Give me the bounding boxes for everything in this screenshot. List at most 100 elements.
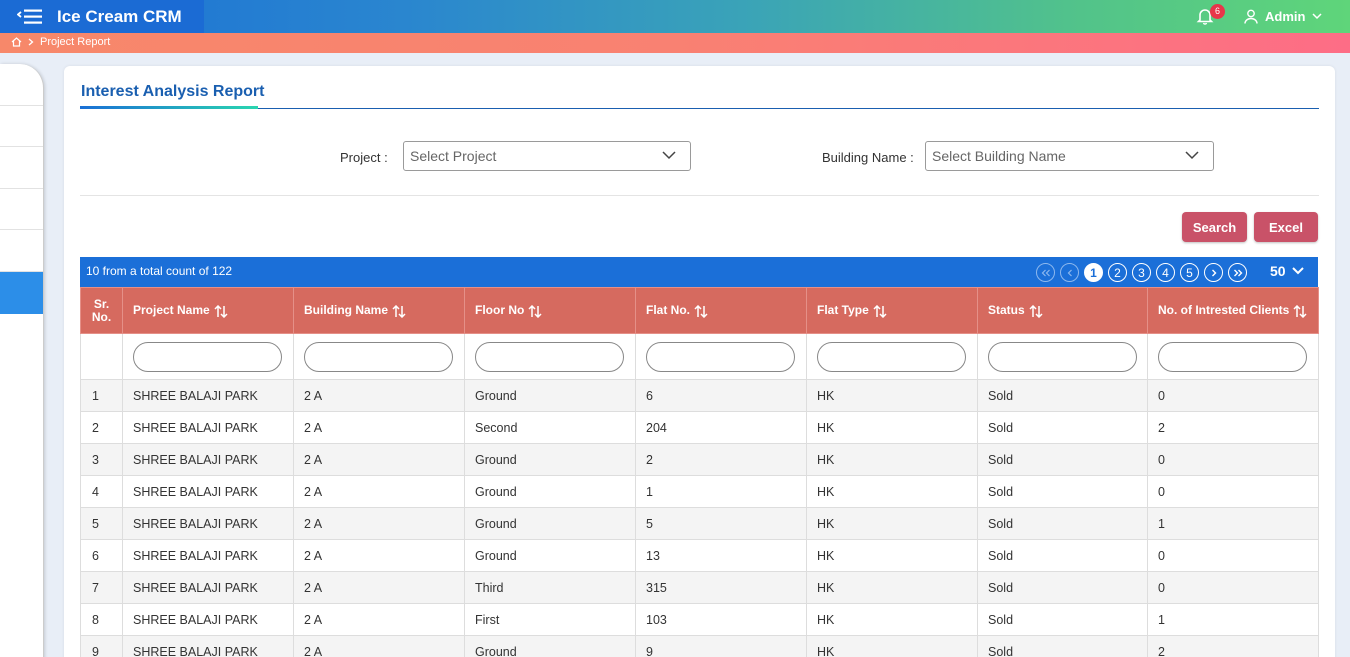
- last-page-button[interactable]: [1228, 263, 1247, 282]
- building-select[interactable]: Select Building Name: [925, 141, 1214, 171]
- page-title: Interest Analysis Report: [81, 83, 265, 100]
- page-button-1[interactable]: 1: [1084, 263, 1103, 282]
- page-size-select[interactable]: 50: [1270, 263, 1304, 279]
- cell-building: 2 A: [293, 539, 465, 572]
- cell-flat: 2: [635, 443, 807, 476]
- column-header-flat-no[interactable]: Flat No.: [635, 287, 807, 334]
- header-label: Flat Type: [817, 303, 869, 318]
- sidebar-item[interactable]: [0, 189, 43, 230]
- sort-icon: [214, 304, 228, 318]
- page-button-4[interactable]: 4: [1156, 263, 1175, 282]
- double-chevron-left-icon: [1041, 269, 1050, 276]
- page-button-2[interactable]: 2: [1108, 263, 1127, 282]
- cell-flat: 315: [635, 571, 807, 604]
- chevron-down-icon: [1291, 267, 1304, 275]
- double-chevron-right-icon: [1233, 269, 1242, 276]
- menu-toggle-icon[interactable]: [17, 8, 43, 26]
- project-filter-input[interactable]: [133, 341, 282, 372]
- table-header-row: Sr. No. Project Name Building Name Floor…: [80, 287, 1319, 334]
- cell-flat: 103: [635, 603, 807, 636]
- cell-sr: 8: [80, 603, 123, 636]
- next-page-button[interactable]: [1204, 263, 1223, 282]
- column-header-interested-clients[interactable]: No. of Intrested Clients: [1147, 287, 1319, 334]
- clients-filter-input[interactable]: [1158, 341, 1307, 372]
- user-icon: [1244, 9, 1258, 24]
- header-label: No. of Intrested Clients: [1158, 303, 1290, 318]
- cell-flat: 9: [635, 635, 807, 657]
- table-row[interactable]: 6 SHREE BALAJI PARK 2 A Ground 13 HK Sold 0: [80, 539, 1319, 572]
- cell-type: HK: [806, 379, 978, 412]
- cell-sr: 4: [80, 475, 123, 508]
- cell-project: SHREE BALAJI PARK: [122, 539, 294, 572]
- cell-clients: 0: [1147, 571, 1319, 604]
- first-page-button[interactable]: [1036, 263, 1055, 282]
- table-row[interactable]: 5 SHREE BALAJI PARK 2 A Ground 5 HK Sold 1: [80, 507, 1319, 540]
- cell-sr: 7: [80, 571, 123, 604]
- page-button-3[interactable]: 3: [1132, 263, 1151, 282]
- column-header-floor-no[interactable]: Floor No: [464, 287, 636, 334]
- sidebar-item-active[interactable]: [0, 272, 43, 314]
- column-header-status[interactable]: Status: [977, 287, 1148, 334]
- column-header-project-name[interactable]: Project Name: [122, 287, 294, 334]
- chevron-right-icon: [1211, 269, 1216, 276]
- column-header-building-name[interactable]: Building Name: [293, 287, 465, 334]
- header-label: Status: [988, 303, 1025, 318]
- sidebar-item[interactable]: [0, 147, 43, 189]
- breadcrumb: Project Report: [11, 36, 110, 48]
- user-menu[interactable]: Admin: [1244, 7, 1322, 25]
- cell-sr: 1: [80, 379, 123, 412]
- cell-type: HK: [806, 539, 978, 572]
- cell-status: Sold: [977, 571, 1148, 604]
- cell-project: SHREE BALAJI PARK: [122, 507, 294, 540]
- report-card: Interest Analysis Report Project : Selec…: [64, 66, 1335, 657]
- chevron-down-icon: [662, 151, 676, 160]
- filter-cell: [635, 333, 807, 380]
- sidebar-item[interactable]: [0, 106, 43, 147]
- cell-sr: 9: [80, 635, 123, 657]
- status-filter-input[interactable]: [988, 341, 1137, 372]
- sidebar-item[interactable]: [0, 230, 43, 272]
- cell-building: 2 A: [293, 379, 465, 412]
- cell-type: HK: [806, 411, 978, 444]
- cell-clients: 1: [1147, 603, 1319, 636]
- column-header-flat-type[interactable]: Flat Type: [806, 287, 978, 334]
- cell-project: SHREE BALAJI PARK: [122, 379, 294, 412]
- cell-status: Sold: [977, 443, 1148, 476]
- cell-floor: Second: [464, 411, 636, 444]
- filter-row: [80, 333, 1319, 380]
- cell-building: 2 A: [293, 507, 465, 540]
- cell-project: SHREE BALAJI PARK: [122, 635, 294, 657]
- page-button-5[interactable]: 5: [1180, 263, 1199, 282]
- cell-status: Sold: [977, 603, 1148, 636]
- header-label: Building Name: [304, 303, 389, 318]
- search-button[interactable]: Search: [1182, 212, 1247, 242]
- prev-page-button[interactable]: [1060, 263, 1079, 282]
- building-select-placeholder: Select Building Name: [932, 148, 1066, 164]
- breadcrumb-current[interactable]: Project Report: [40, 36, 110, 48]
- table-row[interactable]: 2 SHREE BALAJI PARK 2 A Second 204 HK Sold 2: [80, 411, 1319, 444]
- sidebar-item[interactable]: [0, 64, 43, 106]
- cell-floor: First: [464, 603, 636, 636]
- cell-status: Sold: [977, 635, 1148, 657]
- home-icon[interactable]: [11, 37, 22, 47]
- excel-button[interactable]: Excel: [1254, 212, 1318, 242]
- cell-type: HK: [806, 475, 978, 508]
- page-size-value: 50: [1270, 263, 1286, 279]
- floor-filter-input[interactable]: [475, 341, 624, 372]
- cell-project: SHREE BALAJI PARK: [122, 603, 294, 636]
- type-filter-input[interactable]: [817, 341, 966, 372]
- flat-filter-input[interactable]: [646, 341, 795, 372]
- project-select[interactable]: Select Project: [403, 141, 691, 171]
- table-row[interactable]: 8 SHREE BALAJI PARK 2 A First 103 HK Sold 1: [80, 603, 1319, 636]
- table-row[interactable]: 1 SHREE BALAJI PARK 2 A Ground 6 HK Sold 0: [80, 379, 1319, 412]
- table-row[interactable]: 4 SHREE BALAJI PARK 2 A Ground 1 HK Sold 0: [80, 475, 1319, 508]
- table-row[interactable]: 3 SHREE BALAJI PARK 2 A Ground 2 HK Sold 0: [80, 443, 1319, 476]
- title-divider: [80, 108, 1319, 109]
- cell-project: SHREE BALAJI PARK: [122, 475, 294, 508]
- table-row[interactable]: 7 SHREE BALAJI PARK 2 A Third 315 HK Sold 0: [80, 571, 1319, 604]
- cell-floor: Ground: [464, 539, 636, 572]
- table-row[interactable]: 9 SHREE BALAJI PARK 2 A Ground 9 HK Sold 2: [80, 635, 1319, 657]
- filter-cell: [977, 333, 1148, 380]
- cell-flat: 5: [635, 507, 807, 540]
- building-filter-input[interactable]: [304, 341, 453, 372]
